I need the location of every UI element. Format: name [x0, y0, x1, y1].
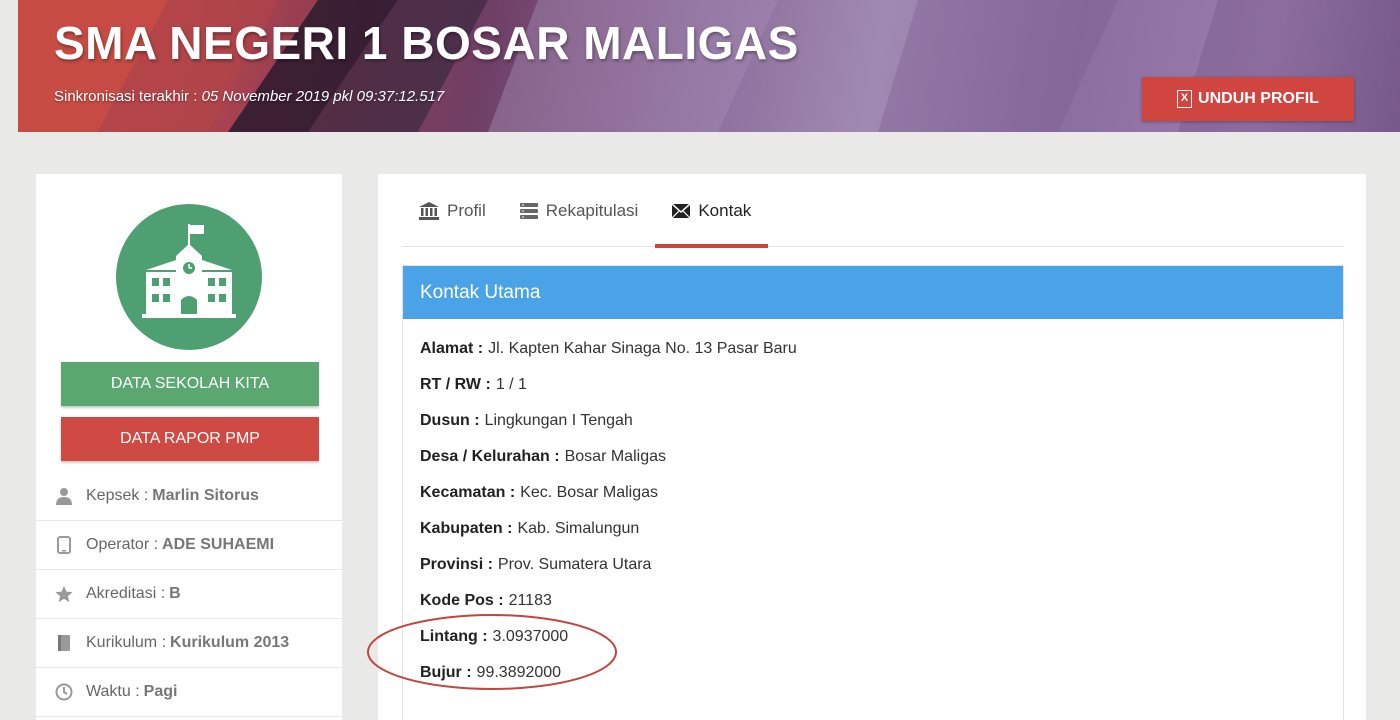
- school-building-icon: [116, 204, 262, 350]
- info-operator: Operator : ADE SUHAEMI: [36, 521, 342, 570]
- contact-row-provinsi: Provinsi : Prov. Sumatera Utara: [403, 547, 1343, 583]
- info-label: Waktu :: [86, 683, 140, 700]
- data-sekolah-kita-button[interactable]: DATA SEKOLAH KITA: [61, 362, 319, 406]
- data-rapor-pmp-button[interactable]: DATA RAPOR PMP: [61, 417, 319, 461]
- row-value: Lingkungan I Tengah: [484, 412, 633, 429]
- download-profile-label: UNDUH PROFIL: [1198, 90, 1319, 107]
- row-value: 1 / 1: [495, 376, 527, 393]
- tab-label: Kontak: [698, 200, 752, 220]
- envelope-icon: [672, 203, 691, 218]
- info-kurikulum: Kurikulum : Kurikulum 2013: [36, 619, 342, 668]
- info-akreditasi: Akreditasi : B: [36, 570, 342, 619]
- tab-label: Profil: [447, 200, 486, 220]
- clock-icon: [54, 682, 74, 702]
- row-label: RT / RW :: [420, 376, 491, 393]
- row-value: Prov. Sumatera Utara: [497, 556, 652, 573]
- info-value: B: [169, 585, 181, 602]
- info-value: Pagi: [143, 683, 178, 700]
- info-kepsek: Kepsek : Marlin Sitorus: [36, 472, 342, 521]
- profile-tabs: Profil Rekapitulasi Kontak: [402, 174, 1344, 248]
- row-label: Provinsi :: [420, 556, 493, 573]
- list-icon: [519, 202, 538, 219]
- book-icon: [54, 633, 74, 653]
- bank-icon: [419, 201, 439, 220]
- tab-rekapitulasi[interactable]: Rekapitulasi: [503, 174, 656, 247]
- row-label: Dusun :: [420, 412, 480, 429]
- info-value: ADE SUHAEMI: [162, 536, 275, 553]
- row-label: Kecamatan :: [420, 484, 516, 501]
- row-label: Desa / Kelurahan :: [420, 448, 560, 465]
- sync-label: Sinkronisasi terakhir :: [54, 88, 198, 105]
- school-name: SMA NEGERI 1 BOSAR MALIGAS: [54, 17, 799, 69]
- contact-row-desa: Desa / Kelurahan : Bosar Maligas: [403, 439, 1343, 475]
- excel-file-icon: X: [1177, 90, 1193, 108]
- row-label: Kabupaten :: [420, 520, 513, 537]
- row-label: Alamat :: [420, 340, 484, 357]
- star-icon: [54, 584, 74, 604]
- row-value: 21183: [508, 592, 552, 609]
- contact-row-dusun: Dusun : Lingkungan I Tengah: [403, 403, 1343, 439]
- coordinates-highlight-circle: [367, 614, 617, 690]
- school-sidebar: DATA SEKOLAH KITA DATA RAPOR PMP Kepsek …: [36, 174, 342, 720]
- info-label: Kurikulum :: [86, 634, 167, 651]
- contact-row-kecamatan: Kecamatan : Kec. Bosar Maligas: [403, 475, 1343, 511]
- info-value: Marlin Sitorus: [152, 487, 259, 504]
- info-label: Operator :: [86, 536, 159, 553]
- tab-label: Rekapitulasi: [545, 200, 639, 220]
- contact-card-header: Kontak Utama: [403, 266, 1343, 319]
- user-icon: [54, 486, 74, 506]
- phone-icon: [54, 535, 74, 555]
- contact-row-rt-rw: RT / RW :1 / 1: [403, 367, 1343, 403]
- row-value: Kec. Bosar Maligas: [520, 484, 658, 501]
- last-sync: Sinkronisasi terakhir : 05 November 2019…: [54, 88, 444, 105]
- sync-timestamp: 05 November 2019 pkl 09:37:12.517: [201, 88, 445, 105]
- tab-kontak[interactable]: Kontak: [655, 174, 769, 248]
- info-label: Kepsek :: [86, 487, 149, 504]
- row-value: Jl. Kapten Kahar Sinaga No. 13 Pasar Bar…: [488, 340, 797, 357]
- row-value: Bosar Maligas: [564, 448, 666, 465]
- row-label: Kode Pos :: [420, 592, 504, 609]
- info-label: Akreditasi :: [86, 585, 166, 602]
- row-value: Kab. Simalungun: [517, 520, 640, 537]
- contact-row-kabupaten: Kabupaten : Kab. Simalungun: [403, 511, 1343, 547]
- tab-profil[interactable]: Profil: [402, 174, 503, 247]
- info-waktu: Waktu : Pagi: [36, 668, 342, 717]
- info-value: Kurikulum 2013: [170, 634, 290, 651]
- school-info-list: Kepsek : Marlin Sitorus Operator : ADE S…: [36, 472, 342, 717]
- contact-row-alamat: Alamat : Jl. Kapten Kahar Sinaga No. 13 P…: [403, 331, 1343, 367]
- download-profile-button[interactable]: X UNDUH PROFIL: [1142, 77, 1354, 121]
